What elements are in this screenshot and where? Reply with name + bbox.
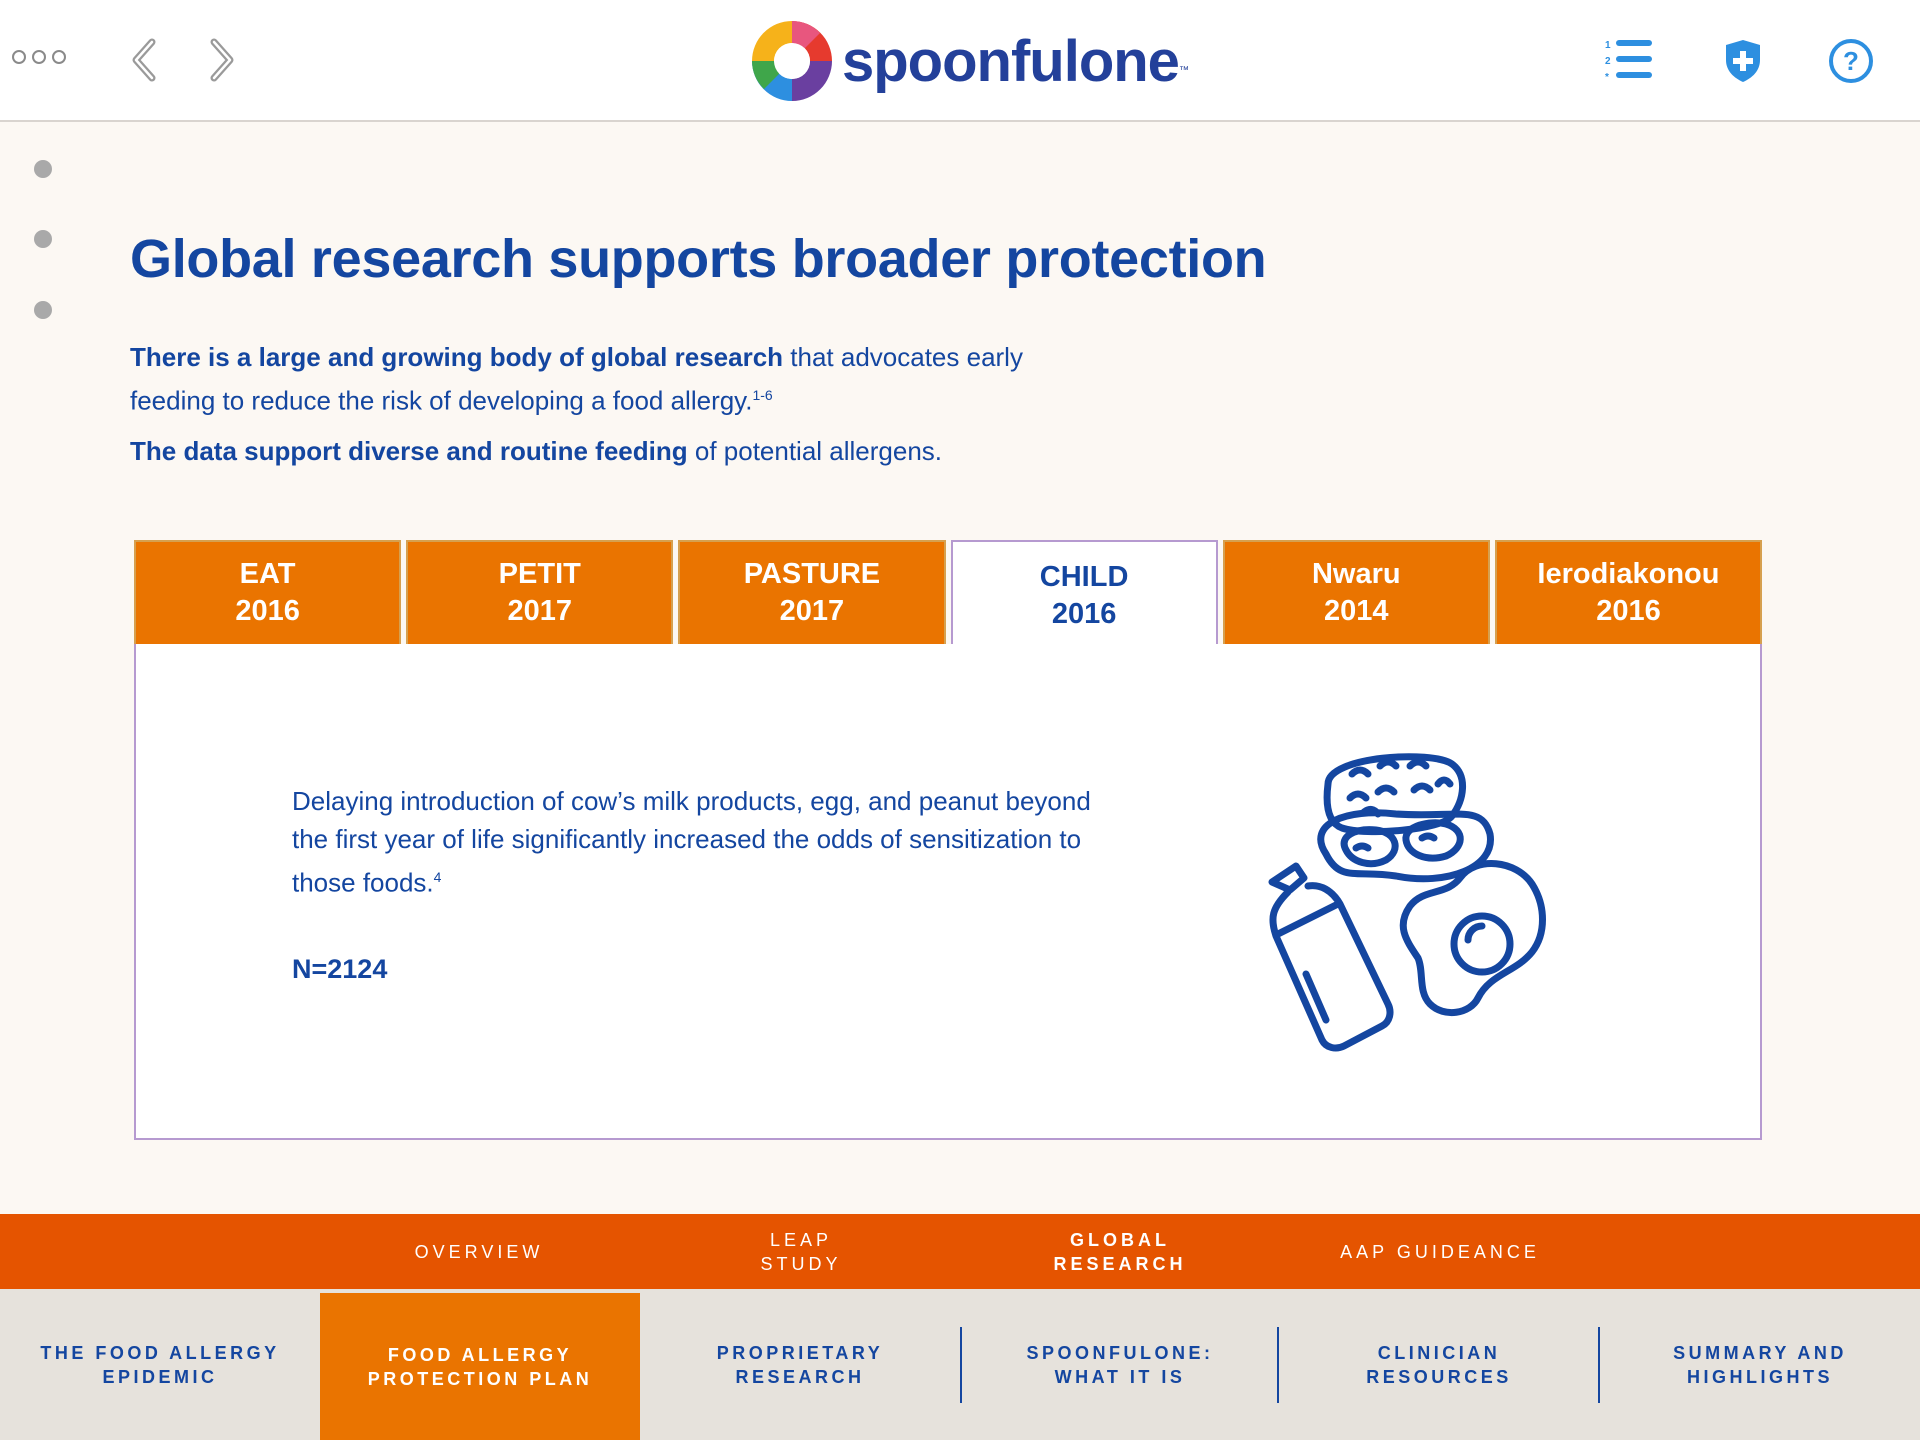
- svg-text:*: *: [1605, 72, 1609, 83]
- intro-1-superscript: 1-6: [752, 387, 773, 403]
- tab-nwaru-2014[interactable]: Nwaru 2014: [1222, 540, 1490, 646]
- tab-ierodiakonou-2016[interactable]: Ierodiakonou 2016: [1494, 540, 1763, 646]
- chapter-summary-and-highlights[interactable]: SUMMARY AND HIGHLIGHTS: [1600, 1289, 1920, 1440]
- intro-2-rest: of potential allergens.: [687, 435, 943, 466]
- section-aap-guideance[interactable]: AAP GUIDEANCE: [1310, 1214, 1570, 1289]
- study-finding-text: Delaying introduction of cow’s milk prod…: [292, 782, 1112, 902]
- tab-year: 2017: [779, 595, 845, 627]
- logo-ring-icon: [752, 21, 832, 101]
- svg-text:1: 1: [1605, 40, 1611, 51]
- chapter-food-allergy-epidemic[interactable]: THE FOOD ALLERGY EPIDEMIC: [0, 1289, 320, 1440]
- forward-arrow-icon[interactable]: [202, 36, 242, 84]
- tab-name: PETIT: [498, 558, 581, 590]
- tab-child-2016[interactable]: CHILD 2016: [950, 540, 1218, 650]
- tab-year: 2017: [507, 595, 573, 627]
- section-nav: OVERVIEW LEAP STUDY GLOBAL RESEARCH AAP …: [0, 1214, 1920, 1289]
- page-indicator-dot[interactable]: [34, 160, 52, 178]
- back-arrow-icon[interactable]: [124, 36, 164, 84]
- section-global-research[interactable]: GLOBAL RESEARCH: [990, 1214, 1250, 1289]
- tab-name: Nwaru: [1311, 558, 1401, 590]
- page-title: Global research supports broader protect…: [130, 229, 1267, 289]
- tab-eat-2016[interactable]: EAT 2016: [134, 540, 402, 646]
- tab-name: EAT: [239, 558, 296, 590]
- study-tabs: EAT 2016 PETIT 2017 PASTURE 2017 CHILD 2016 …: [134, 540, 1763, 650]
- top-bar: spoonfulone ™ 1 2 * ?: [0, 0, 1920, 122]
- study-finding-body: Delaying introduction of cow’s milk prod…: [292, 786, 1091, 898]
- tab-name: CHILD: [1039, 561, 1129, 593]
- chapter-clinician-resources[interactable]: CLINICIAN RESOURCES: [1279, 1289, 1599, 1440]
- page-indicator-dot[interactable]: [34, 301, 52, 319]
- svg-text:2: 2: [1605, 56, 1611, 67]
- intro-1-bold: There is a large and growing body of glo…: [130, 342, 784, 372]
- intro-2-bold: The data support diverse and routine fee…: [130, 435, 688, 466]
- chapter-food-allergy-protection-plan[interactable]: FOOD ALLERGY PROTECTION PLAN: [320, 1293, 640, 1440]
- more-dots-icon[interactable]: [12, 50, 66, 64]
- help-icon[interactable]: ?: [1824, 34, 1878, 88]
- chapter-nav: THE FOOD ALLERGY EPIDEMIC FOOD ALLERGY P…: [0, 1289, 1920, 1440]
- logo-trademark: ™: [1178, 65, 1189, 76]
- page-indicator-dot[interactable]: [34, 230, 52, 248]
- tab-name: Ierodiakonou: [1537, 558, 1720, 590]
- tab-name: PASTURE: [743, 558, 881, 590]
- tab-year: 2016: [1596, 595, 1661, 627]
- sample-size: N=2124: [292, 954, 388, 984]
- tab-petit-2017[interactable]: PETIT 2017: [406, 540, 674, 646]
- tab-year: 2016: [235, 595, 300, 627]
- allergen-foods-icon: [1268, 753, 1546, 1052]
- shield-plus-icon[interactable]: [1716, 34, 1770, 88]
- intro-paragraph-2: The data support diverse and routine fee…: [130, 432, 1110, 470]
- chapter-proprietary-research[interactable]: PROPRIETARY RESEARCH: [640, 1289, 960, 1440]
- tab-year: 2014: [1324, 595, 1389, 627]
- intro-paragraph-1: There is a large and growing body of glo…: [130, 338, 1110, 420]
- section-leap-study[interactable]: LEAP STUDY: [671, 1214, 931, 1289]
- chapter-spoonfulone-what-it-is[interactable]: SPOONFULONE: WHAT IT IS: [962, 1289, 1278, 1440]
- study-detail-panel: Delaying introduction of cow’s milk prod…: [134, 644, 1762, 1140]
- svg-text:?: ?: [1843, 46, 1859, 76]
- numbered-list-icon[interactable]: 1 2 *: [1602, 34, 1656, 88]
- tab-year: 2016: [1051, 598, 1117, 630]
- tab-pasture-2017[interactable]: PASTURE 2017: [678, 540, 946, 646]
- section-overview[interactable]: OVERVIEW: [349, 1214, 609, 1289]
- study-finding-superscript: 4: [433, 869, 442, 885]
- spoonfulone-logo: spoonfulone ™: [748, 16, 1189, 106]
- intro-text: There is a large and growing body of glo…: [130, 338, 1110, 470]
- logo-wordmark: spoonfulone: [842, 28, 1180, 94]
